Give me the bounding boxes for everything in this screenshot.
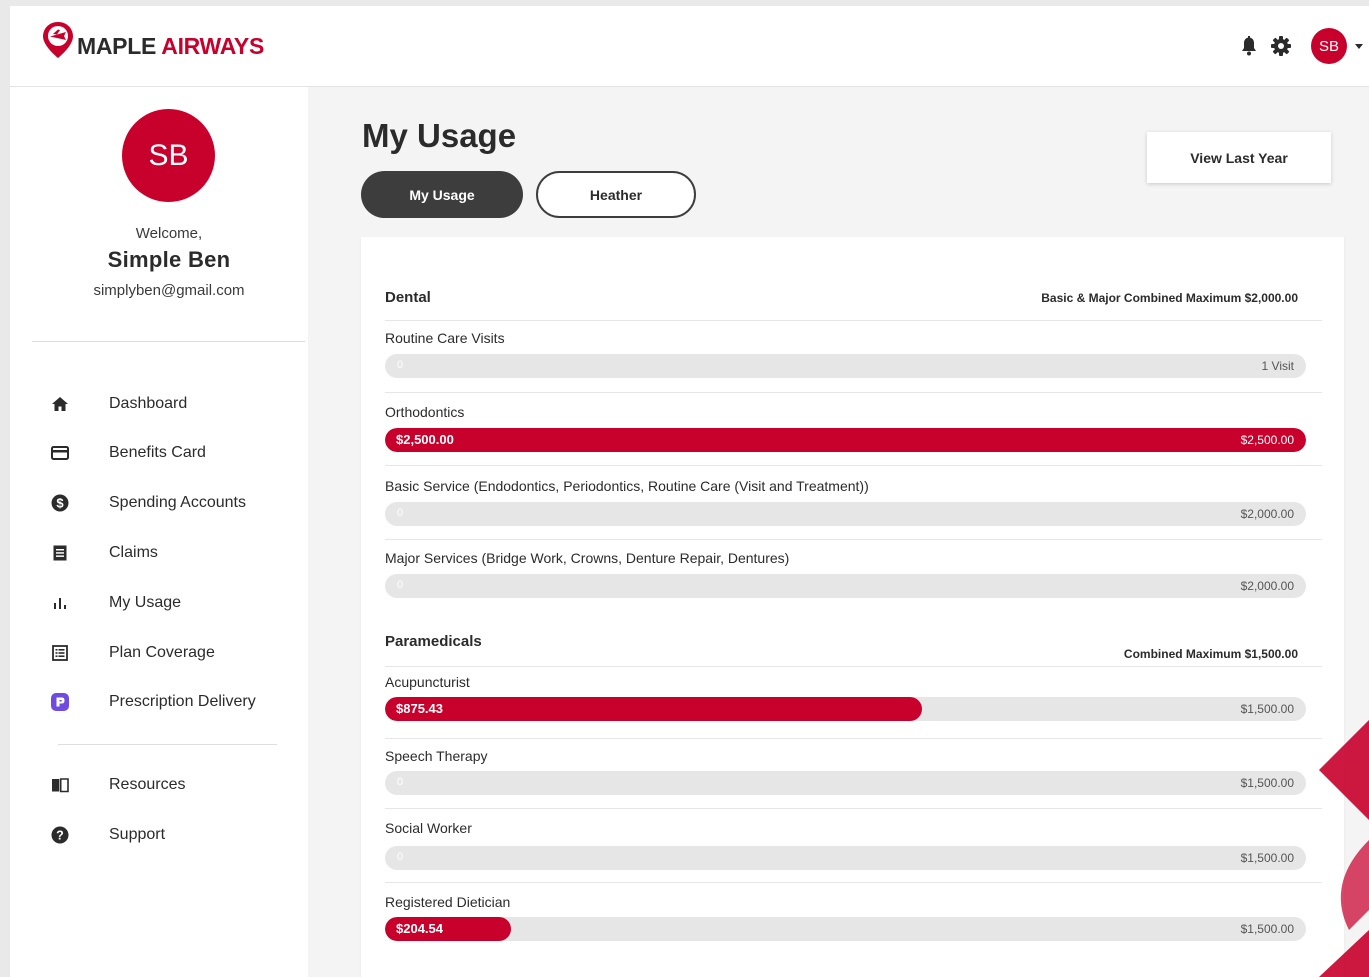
row-divider	[385, 465, 1322, 466]
usage-bar-used: $2,500.00	[396, 432, 454, 447]
sidebar-item-support[interactable]: ? Support	[50, 820, 165, 850]
welcome-text: Welcome,	[135, 225, 203, 242]
user-avatar[interactable]: SB	[1311, 28, 1347, 64]
sidebar-item-label: Prescription Delivery	[109, 693, 256, 710]
view-last-year-button[interactable]: View Last Year	[1147, 132, 1331, 183]
usage-bar: 0 $2,000.00	[385, 574, 1306, 598]
usage-bar-used: 0	[397, 359, 404, 371]
brand-watermark-icon	[1319, 720, 1369, 977]
usage-bar-max: $2,000.00	[1240, 579, 1294, 593]
row-divider	[385, 738, 1322, 739]
sidebar-item-plan-coverage[interactable]: Plan Coverage	[50, 638, 215, 668]
sidebar-item-resources[interactable]: Resources	[50, 770, 185, 800]
row-divider	[385, 666, 1322, 667]
section-title-dental: Dental	[385, 289, 431, 306]
section-title-paramedicals: Paramedicals	[385, 633, 482, 650]
top-bar: MAPLE AIRWAYS SB	[10, 6, 1369, 87]
usage-row-label: Social Worker	[385, 820, 472, 836]
usage-bar: $204.54 $1,500.00	[385, 917, 1306, 941]
usage-row-label: Basic Service (Endodontics, Periodontics…	[385, 478, 869, 494]
brand-logo[interactable]: MAPLE AIRWAYS	[40, 20, 264, 60]
sidebar-divider	[32, 341, 305, 342]
dollar-coin-icon: $	[51, 494, 69, 512]
usage-bar-fill	[385, 697, 923, 721]
sidebar-item-label: Benefits Card	[109, 444, 206, 461]
chevron-down-icon[interactable]	[1353, 40, 1365, 52]
user-email: simplyben@gmail.com	[93, 282, 245, 299]
sidebar-item-label: Claims	[109, 544, 158, 561]
list-icon	[52, 645, 68, 661]
user-name: Simple Ben	[107, 247, 231, 272]
sidebar-item-benefits-card[interactable]: Benefits Card	[50, 438, 206, 468]
location-pin-plane-icon	[43, 22, 73, 58]
usage-bar-used: 0	[397, 507, 404, 519]
usage-bar-used: 0	[397, 776, 404, 788]
sidebar-item-label: Support	[109, 826, 166, 843]
usage-row-label: Major Services (Bridge Work, Crowns, Den…	[385, 550, 790, 566]
sidebar-item-label: My Usage	[109, 594, 182, 611]
usage-bar-used: $204.54	[396, 921, 443, 936]
row-divider	[385, 808, 1322, 809]
top-actions: SB	[1237, 6, 1369, 86]
usage-bar-used: 0	[397, 579, 404, 591]
profile-avatar: SB	[122, 109, 215, 202]
brand-name: MAPLE AIRWAYS	[77, 33, 264, 59]
main-content: My Usage My Usage Heather View Last Year…	[308, 87, 1369, 977]
usage-bar-max: $2,000.00	[1240, 507, 1294, 521]
usage-bar: $2,500.00 $2,500.00	[385, 428, 1306, 452]
sidebar-item-claims[interactable]: Claims	[50, 538, 158, 568]
home-icon	[52, 397, 68, 411]
usage-bar-fill	[385, 428, 1306, 452]
pharmacy-app-icon	[51, 693, 69, 711]
sidebar-divider	[58, 744, 277, 745]
usage-row-label: Acupuncturist	[385, 674, 470, 690]
usage-row-label: Registered Dietician	[385, 894, 511, 910]
section-note-paramedicals: Combined Maximum $1,500.00	[1123, 647, 1298, 661]
document-icon	[53, 545, 67, 561]
sidebar: SB Welcome, Simple Ben simplyben@gmail.c…	[10, 87, 308, 977]
book-icon	[52, 778, 69, 793]
usage-card: Dental Basic & Major Combined Maximum $2…	[361, 237, 1344, 977]
sidebar-item-label: Spending Accounts	[109, 494, 246, 511]
usage-row-label: Orthodontics	[385, 404, 465, 420]
sidebar-item-label: Plan Coverage	[109, 644, 215, 661]
usage-bar: 0 $1,500.00	[385, 846, 1306, 870]
usage-bar: $875.43 $1,500.00	[385, 697, 1306, 721]
row-divider	[385, 539, 1322, 540]
usage-bar: 0 $2,000.00	[385, 502, 1306, 526]
bell-icon[interactable]	[1237, 34, 1261, 58]
row-divider	[385, 392, 1322, 393]
row-divider	[385, 882, 1322, 883]
usage-row-label: Routine Care Visits	[385, 330, 505, 346]
usage-bar-used: 0	[397, 851, 404, 863]
bar-chart-icon	[54, 598, 66, 609]
sidebar-item-dashboard[interactable]: Dashboard	[50, 389, 187, 419]
help-icon: ?	[51, 826, 69, 844]
usage-bar-used: $875.43	[396, 701, 443, 716]
sidebar-item-label: Dashboard	[109, 395, 188, 412]
tab-heather[interactable]: Heather	[536, 171, 696, 218]
sidebar-item-prescription-delivery[interactable]: Prescription Delivery	[50, 687, 256, 717]
usage-bar-max: $2,500.00	[1240, 433, 1294, 447]
svg-text:?: ?	[56, 829, 64, 843]
section-note-dental: Basic & Major Combined Maximum $2,000.00	[1041, 291, 1298, 305]
svg-text:$: $	[56, 496, 64, 511]
row-divider	[385, 320, 1322, 321]
sidebar-item-spending-accounts[interactable]: $ Spending Accounts	[50, 488, 246, 518]
usage-bar-max: 1 Visit	[1261, 359, 1294, 373]
sidebar-item-my-usage[interactable]: My Usage	[50, 588, 181, 618]
usage-row-label: Speech Therapy	[385, 748, 488, 764]
page-title: My Usage	[362, 117, 517, 154]
card-icon	[51, 446, 69, 460]
tab-my-usage[interactable]: My Usage	[361, 171, 523, 218]
usage-bar: 0 1 Visit	[385, 354, 1306, 378]
sidebar-item-label: Resources	[109, 776, 186, 793]
usage-bar: 0 $1,500.00	[385, 771, 1306, 795]
gear-icon[interactable]	[1269, 34, 1293, 58]
